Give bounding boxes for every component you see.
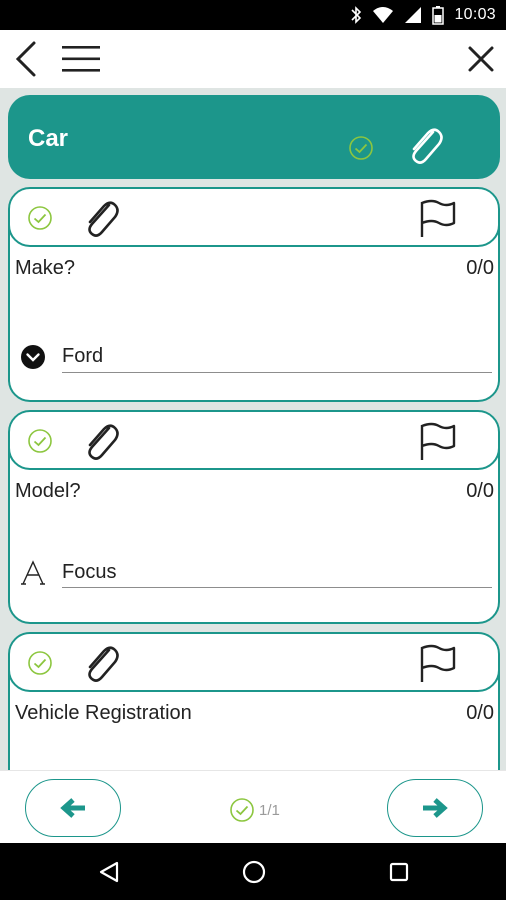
- system-navigation-bar: [0, 843, 506, 900]
- wifi-icon: [373, 7, 394, 23]
- check-circle-icon: [349, 136, 373, 160]
- next-button[interactable]: [387, 779, 483, 837]
- question-label: Model?: [15, 480, 81, 502]
- answer-underline: [62, 372, 492, 373]
- system-recent-apps-icon[interactable]: [389, 862, 409, 882]
- checklist-content[interactable]: Car Make? 0/0 Ford Model? 0/0 Focus Vehi…: [0, 88, 506, 770]
- question-label: Make?: [15, 257, 76, 279]
- system-home-icon[interactable]: [242, 860, 266, 884]
- question-score: 0/0: [466, 480, 494, 502]
- previous-button[interactable]: [25, 779, 121, 837]
- hamburger-menu-icon[interactable]: [60, 42, 102, 76]
- bluetooth-icon: [351, 6, 362, 24]
- answer-dropdown-value[interactable]: Ford: [62, 345, 103, 368]
- signal-icon: [405, 7, 422, 23]
- check-circle-icon[interactable]: [27, 650, 53, 676]
- question-toolbar: [10, 189, 498, 247]
- check-circle-icon: [230, 798, 254, 822]
- question-card-vehicle-registration: Vehicle Registration 0/0: [8, 632, 500, 770]
- arrow-right-icon: [423, 798, 448, 818]
- app-bar: [0, 30, 506, 88]
- chevron-down-circle-icon[interactable]: [20, 344, 46, 370]
- question-toolbar: [10, 412, 498, 470]
- paperclip-icon[interactable]: [80, 642, 120, 684]
- chevron-left-icon[interactable]: [12, 40, 42, 78]
- question-card-model: Model? 0/0 Focus: [8, 410, 500, 624]
- system-back-icon[interactable]: [98, 861, 120, 883]
- flag-icon[interactable]: [418, 644, 458, 684]
- paperclip-icon[interactable]: [80, 197, 120, 239]
- flag-icon[interactable]: [418, 422, 458, 462]
- question-toolbar: [10, 634, 498, 692]
- progress-text: 1/1: [259, 801, 280, 819]
- battery-icon: [432, 6, 445, 25]
- bottom-navigation: 1/1: [0, 770, 506, 843]
- question-card-make: Make? 0/0 Ford: [8, 187, 500, 402]
- paperclip-icon[interactable]: [404, 123, 444, 167]
- check-circle-icon[interactable]: [27, 428, 53, 454]
- question-score: 0/0: [466, 702, 494, 724]
- arrow-left-icon: [60, 798, 85, 818]
- status-time: 10:03: [454, 6, 496, 23]
- check-circle-icon[interactable]: [27, 205, 53, 231]
- answer-underline: [62, 587, 492, 588]
- progress-indicator: 1/1: [229, 797, 280, 823]
- paperclip-icon[interactable]: [80, 420, 120, 462]
- flag-icon[interactable]: [418, 199, 458, 239]
- section-header[interactable]: Car: [8, 95, 500, 179]
- text-type-icon: [21, 560, 45, 585]
- question-score: 0/0: [466, 257, 494, 279]
- question-label: Vehicle Registration: [15, 702, 192, 724]
- close-icon[interactable]: [466, 44, 496, 74]
- answer-text-value[interactable]: Focus: [62, 561, 116, 584]
- status-bar: 10:03: [0, 0, 506, 30]
- section-title: Car: [28, 125, 69, 152]
